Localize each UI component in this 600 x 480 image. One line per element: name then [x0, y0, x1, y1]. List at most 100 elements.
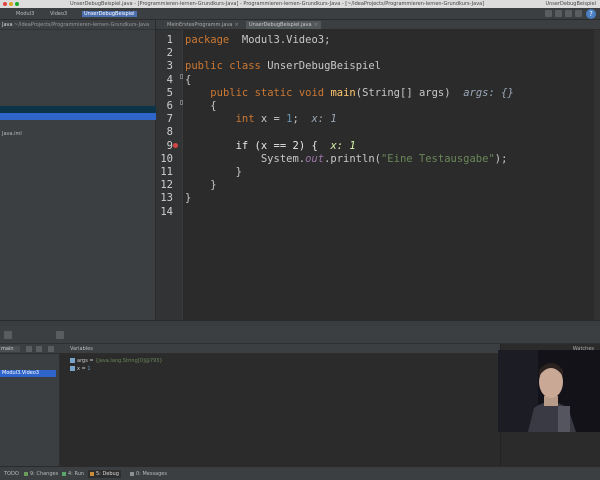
code-token: "Eine Testausgabe": [380, 152, 495, 165]
line-number: 7: [166, 113, 173, 126]
step-over-icon[interactable]: [56, 331, 64, 339]
code-line[interactable]: }: [185, 179, 216, 192]
code-token: if: [235, 139, 249, 152]
tool-window-label: 9: Changes: [30, 471, 59, 477]
window-controls: [3, 2, 19, 6]
code-token: public: [185, 60, 223, 73]
code-token: ) {: [298, 139, 331, 152]
code-line[interactable]: int x = 1; x: 1: [185, 113, 337, 126]
close-window-button[interactable]: [3, 2, 7, 6]
code-line[interactable]: }: [185, 192, 191, 205]
line-number: 3: [166, 60, 173, 73]
tool-window-bar: TODO 9: Changes 4: Run 5: Debug 0: Messa…: [0, 466, 600, 480]
down-arrow-icon[interactable]: [36, 346, 42, 352]
tool-window-changes[interactable]: 9: Changes: [22, 470, 60, 478]
code-token: static: [254, 86, 293, 99]
code-token: UnserDebugBeispiel: [260, 60, 381, 73]
tab-unser-debug-beispiel[interactable]: UnserDebugBeispiel.java ×: [246, 21, 321, 29]
code-line[interactable]: package Modul3.Video3;: [185, 34, 330, 47]
close-tab-icon[interactable]: ×: [234, 22, 238, 28]
stop-icon[interactable]: [565, 10, 572, 17]
sdk-icon[interactable]: [575, 10, 582, 17]
window-title: UnserDebugBeispiel.java - [Programmieren…: [70, 1, 485, 7]
line-number: 11: [160, 166, 173, 178]
variable-row[interactable]: x = 1: [70, 366, 91, 373]
breadcrumb-modul3[interactable]: Modul3: [14, 11, 36, 17]
project-header: Java ~/IdeaProjects/Programmieren-lernen…: [0, 20, 155, 30]
inline-debug-value: x: 1: [311, 113, 337, 126]
code-token: System.: [185, 152, 306, 165]
thread-select[interactable]: main: [0, 346, 20, 352]
minimize-window-button[interactable]: [9, 2, 13, 6]
help-icon[interactable]: ?: [586, 9, 596, 19]
inline-debug-value: args: {}: [463, 86, 514, 99]
variable-row[interactable]: args = {java.lang.String[0]@793}: [70, 358, 163, 365]
navigation-bar: Modul3 Video3 UnserDebugBeispiel ?: [0, 8, 600, 20]
tool-window-label: 0: Messages: [136, 471, 167, 477]
frames-list: Modul3.Video3: [0, 354, 60, 466]
stack-frame[interactable]: Modul3.Video3: [0, 370, 56, 377]
code-line[interactable]: {: [185, 100, 216, 113]
tool-window-todo[interactable]: TODO: [2, 470, 21, 478]
changes-icon: [24, 471, 28, 476]
variables-tree: args = {java.lang.String[0]@793} x = 1: [60, 354, 500, 466]
tool-window-messages[interactable]: 0: Messages: [128, 470, 169, 478]
presenter-image: [498, 350, 600, 432]
close-tab-icon[interactable]: ×: [314, 22, 318, 28]
tool-window-debug[interactable]: 5: Debug: [88, 470, 121, 478]
title-bar: UnserDebugBeispiel.java - [Programmieren…: [0, 0, 600, 8]
code-token: package: [185, 34, 230, 46]
zoom-window-button[interactable]: [15, 2, 19, 6]
project-tree-iml-file[interactable]: Java.iml: [0, 131, 156, 138]
tool-window-run[interactable]: 4: Run: [60, 470, 86, 478]
breadcrumb-video3[interactable]: Video3: [48, 11, 69, 17]
line-number: 2: [166, 47, 173, 60]
messages-icon: [130, 471, 134, 476]
variable-icon: [70, 358, 75, 363]
line-number: 5: [166, 86, 173, 99]
code-editor[interactable]: package Modul3.Video3; public class Unser…: [183, 30, 600, 320]
project-tree-item[interactable]: [0, 106, 156, 113]
code-token: {: [185, 73, 192, 86]
up-arrow-icon[interactable]: [26, 346, 32, 352]
code-line[interactable]: }: [185, 166, 242, 179]
tool-window-label: 5: Debug: [96, 471, 119, 477]
inline-debug-value: x: 1: [330, 139, 356, 152]
project-panel: Java ~/IdeaProjects/Programmieren-lernen…: [0, 20, 156, 320]
editor-scrollbar[interactable]: [594, 30, 600, 320]
variable-icon: [70, 366, 75, 371]
resume-icon[interactable]: [4, 331, 12, 339]
run-toolbar: [545, 10, 582, 17]
line-number: 1: [166, 34, 173, 46]
breadcrumb-class[interactable]: UnserDebugBeispiel: [82, 11, 137, 17]
run-icon[interactable]: [545, 10, 552, 17]
line-number: 4: [166, 73, 173, 86]
filter-icon[interactable]: [48, 346, 54, 352]
project-path: ~/IdeaProjects/Programmieren-lernen-Grun…: [14, 22, 150, 28]
code-line[interactable]: {: [185, 74, 191, 87]
debug-icon[interactable]: [555, 10, 562, 17]
code-line[interactable]: public class UnserDebugBeispiel: [185, 60, 381, 73]
line-number: 8: [166, 126, 173, 139]
current-code-line[interactable]: if (x == 2) { x: 1: [185, 140, 356, 153]
tab-label: UnserDebugBeispiel.java: [249, 22, 312, 28]
line-number: 13: [160, 192, 173, 205]
run-icon: [62, 471, 66, 476]
frames-header: main: [0, 344, 60, 354]
code-line[interactable]: public static void main(String[] args) a…: [185, 87, 514, 100]
project-tree-item-selected[interactable]: [0, 113, 156, 120]
editor-tabs: MeinErstesProgramm.java × UnserDebugBeisp…: [156, 20, 600, 30]
tab-mein-erstes-programm[interactable]: MeinErstesProgramm.java ×: [164, 21, 242, 29]
variable-name: args: [77, 358, 88, 364]
code-token: (String[] args): [355, 86, 464, 99]
project-root-label[interactable]: Java: [2, 22, 13, 28]
code-token: void: [298, 86, 325, 99]
code-token: out: [305, 152, 325, 165]
code-token: ;: [292, 113, 312, 126]
line-number: 6: [166, 100, 173, 112]
code-line[interactable]: System.out.println("Eine Testausgabe");: [185, 152, 508, 166]
run-config-label[interactable]: UnserDebugBeispiel: [545, 0, 596, 8]
code-token: (x ==: [248, 139, 293, 152]
